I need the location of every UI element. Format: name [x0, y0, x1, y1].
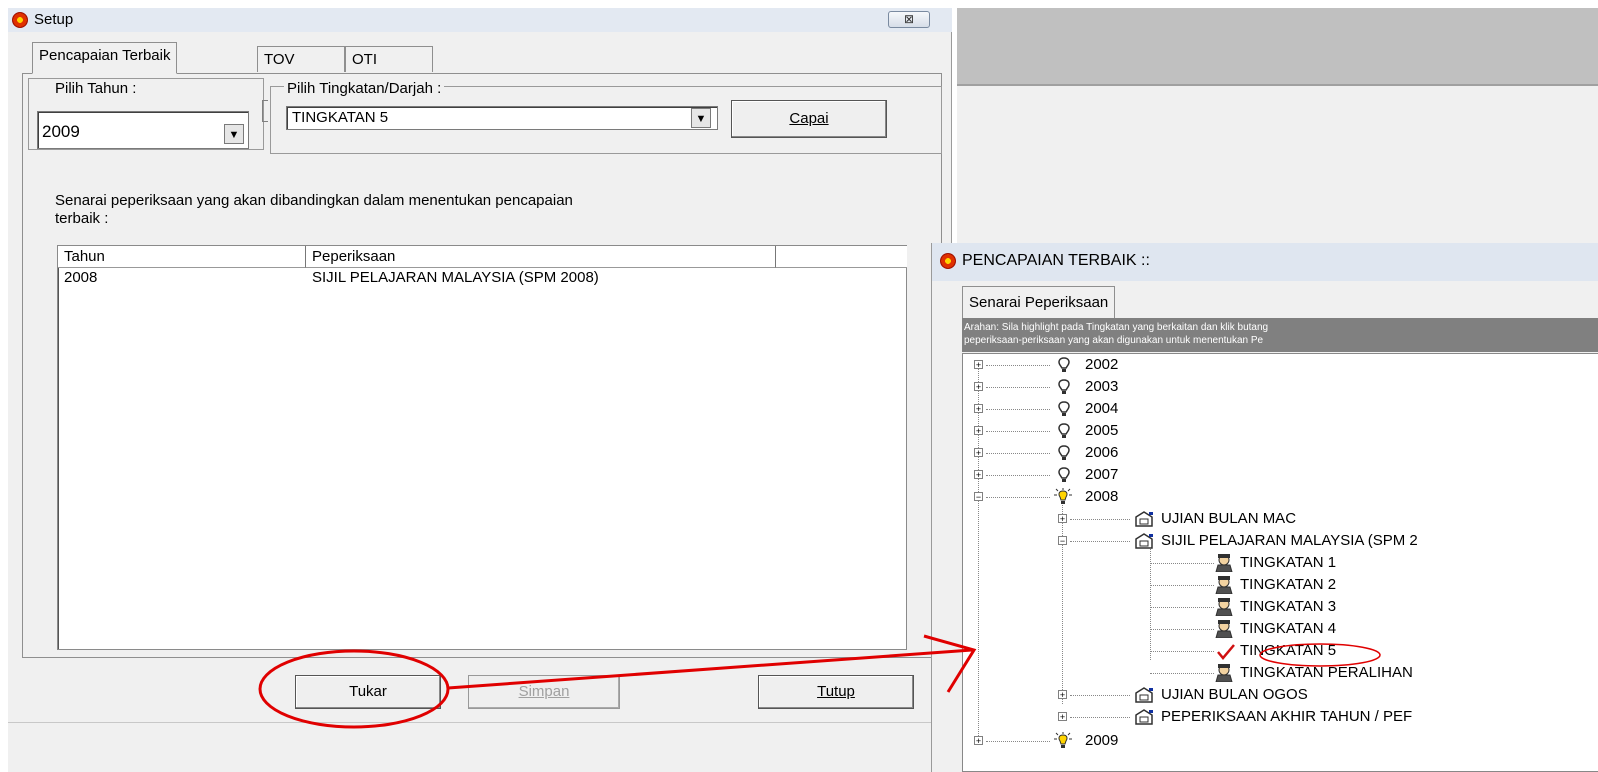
- tab-label: Pencapaian Terbaik: [39, 47, 171, 64]
- annotation-circle-tingkatan5: [1259, 643, 1381, 667]
- annotation-overlay: [258, 634, 1381, 729]
- annotation-circle-tukar: [258, 649, 450, 729]
- tab-pencapaian-terbaik[interactable]: Pencapaian Terbaik: [32, 42, 178, 74]
- annotation-arrow-line: [447, 648, 973, 690]
- annotation-arrow-head: [923, 634, 977, 693]
